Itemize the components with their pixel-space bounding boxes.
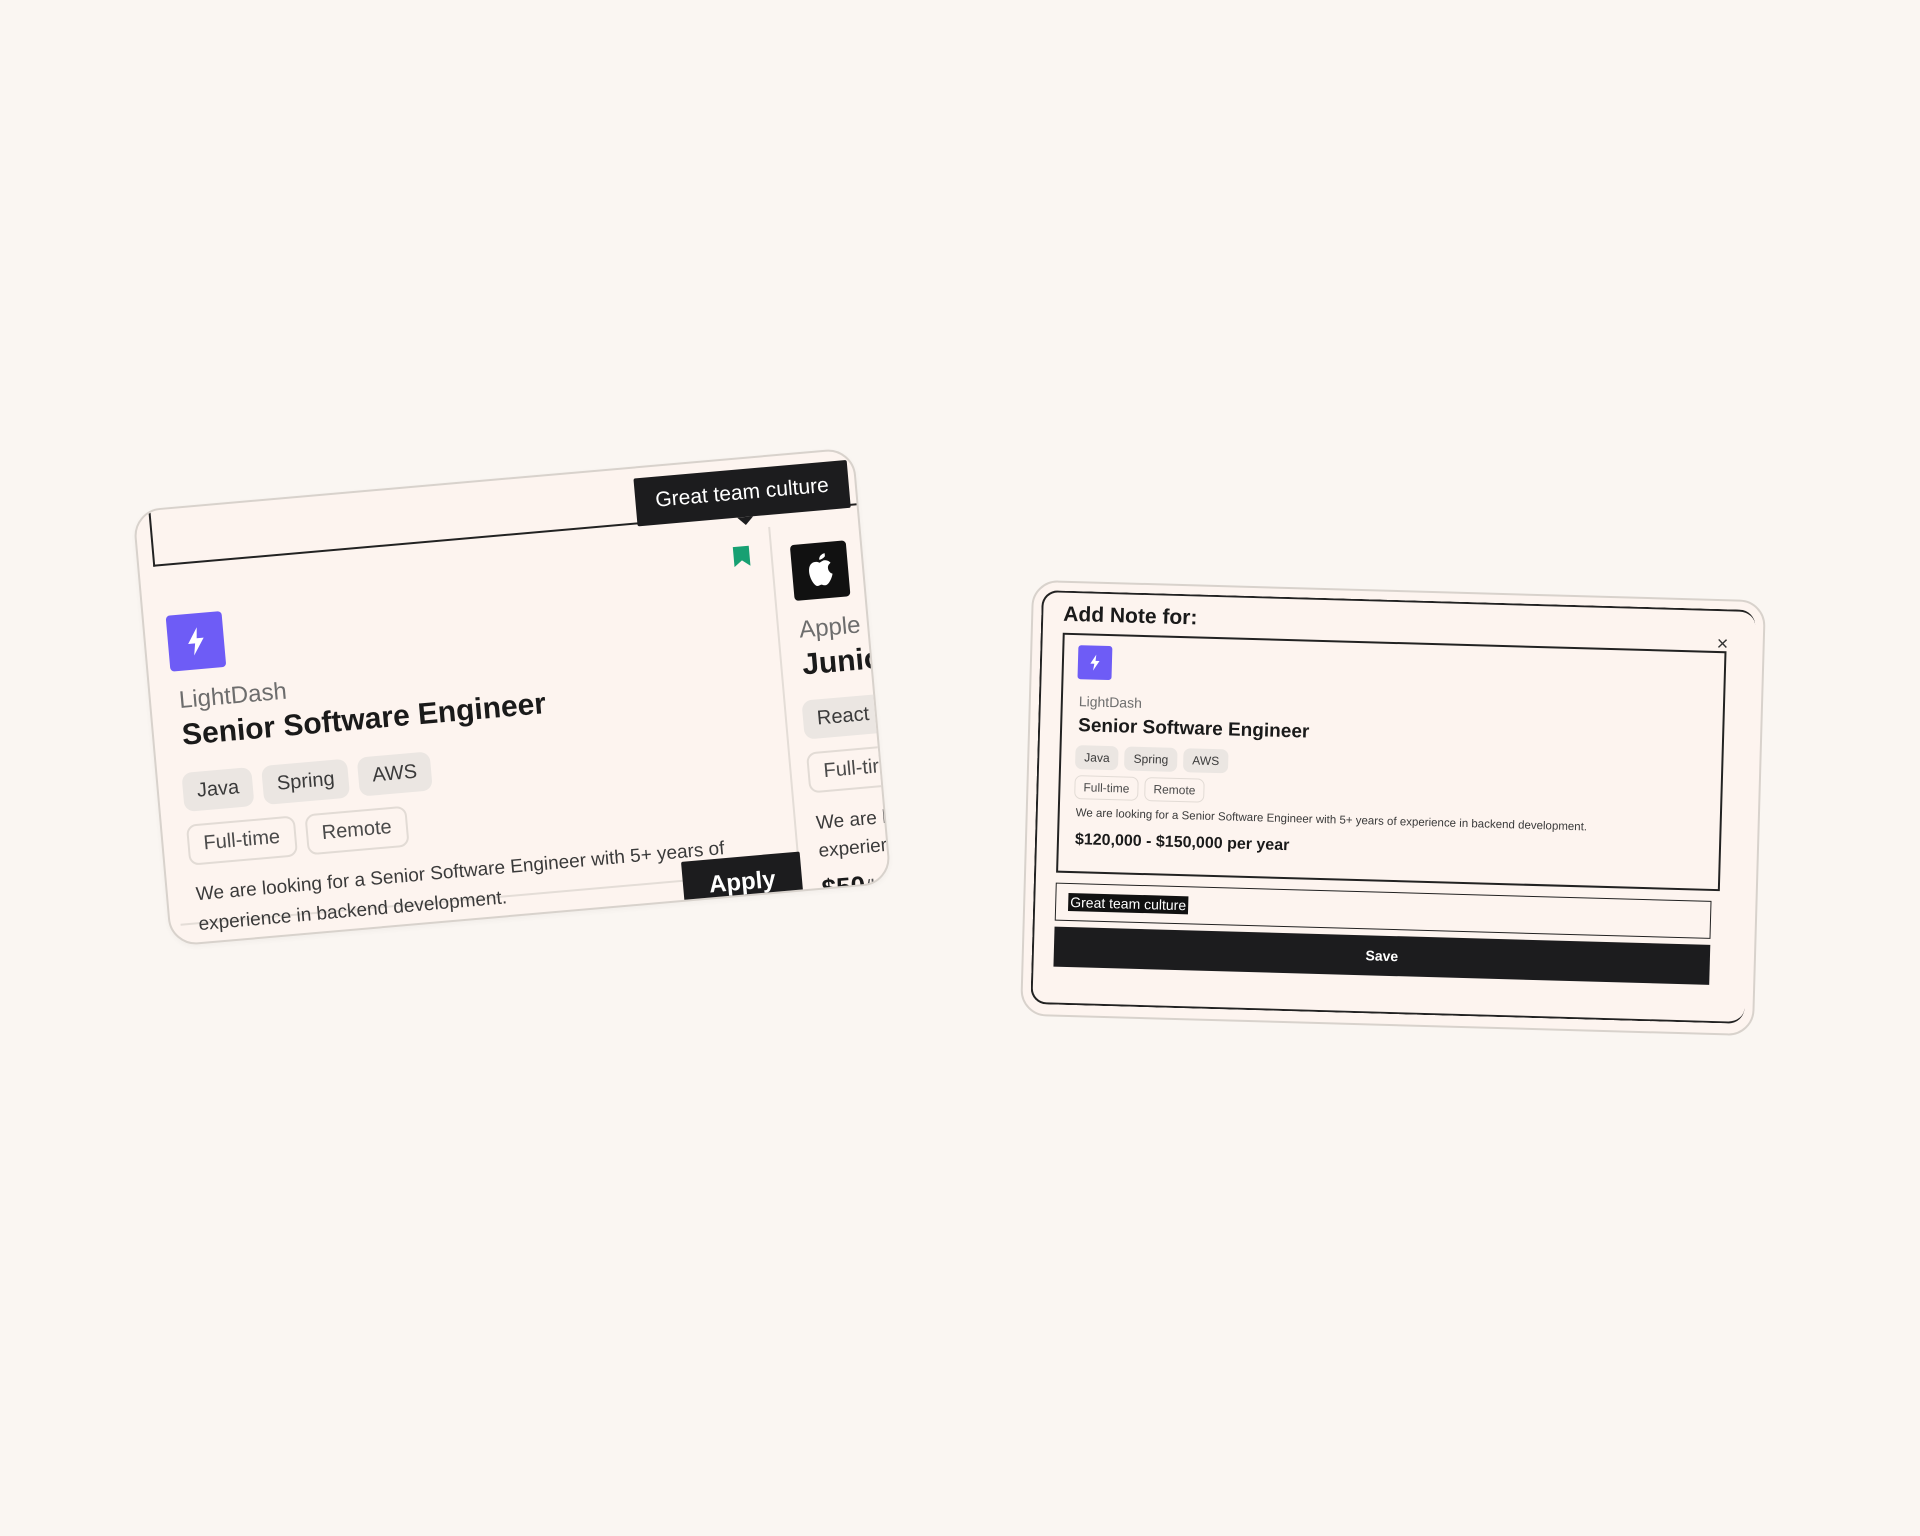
skill-tag: Spring: [261, 758, 351, 805]
job-preview-card: LightDash Senior Software Engineer Java …: [1056, 632, 1727, 892]
lightning-icon: [1090, 654, 1100, 671]
type-badge: Remote: [304, 805, 410, 856]
employment-types: Full-time Remote: [1074, 775, 1205, 803]
company-name: LightDash: [1078, 693, 1143, 711]
bookmark-icon[interactable]: [732, 545, 752, 568]
next-salary: $50/hr: [820, 869, 890, 904]
type-badge: Full-time: [1074, 775, 1139, 801]
next-job-description: We are l experier: [815, 806, 888, 862]
skill-tag: Java: [1074, 745, 1119, 771]
job-list-panel: Advanced Filter LightDash Senior Softwar…: [132, 447, 892, 947]
apply-button[interactable]: Apply: [681, 851, 804, 914]
dialog-title: Add Note for:: [1062, 602, 1198, 630]
skill-tags: Java Spring AWS: [1074, 745, 1229, 774]
skill-tags: Java Spring AWS: [181, 751, 433, 812]
type-badge: Full-tir: [805, 744, 892, 794]
job-card[interactable]: LightDash Senior Software Engineer Java …: [150, 526, 804, 947]
skill-tag: AWS: [1182, 748, 1229, 774]
skill-tag: AWS: [356, 751, 433, 797]
skill-tag: Spring: [1124, 746, 1178, 772]
next-job-card[interactable]: Apple Junio React Full-tir We are l expe…: [782, 517, 892, 904]
type-badge: Remote: [1144, 777, 1205, 803]
next-company-name: Apple: [798, 611, 862, 644]
company-logo: [165, 611, 227, 672]
type-badge: Full-time: [185, 815, 298, 866]
employment-types: Full-time Remote: [185, 805, 410, 866]
add-note-dialog: Add Note for: × LightDash Senior Softwar…: [1020, 579, 1766, 1037]
skill-tag: React: [801, 693, 885, 740]
next-job-title: Junio: [800, 641, 884, 682]
skill-tag: Java: [181, 766, 255, 812]
salary-range: $120,000 - $150,000 per year: [1074, 831, 1290, 855]
company-name: LightDash: [177, 677, 288, 714]
apple-logo-icon: [789, 540, 851, 601]
job-description: We are looking for a Senior Software Eng…: [1075, 807, 1588, 834]
note-input-value: Great team culture: [1067, 892, 1189, 915]
lightning-icon: [188, 627, 204, 656]
job-title: Senior Software Engineer: [1077, 715, 1310, 743]
company-logo: [1077, 645, 1113, 681]
